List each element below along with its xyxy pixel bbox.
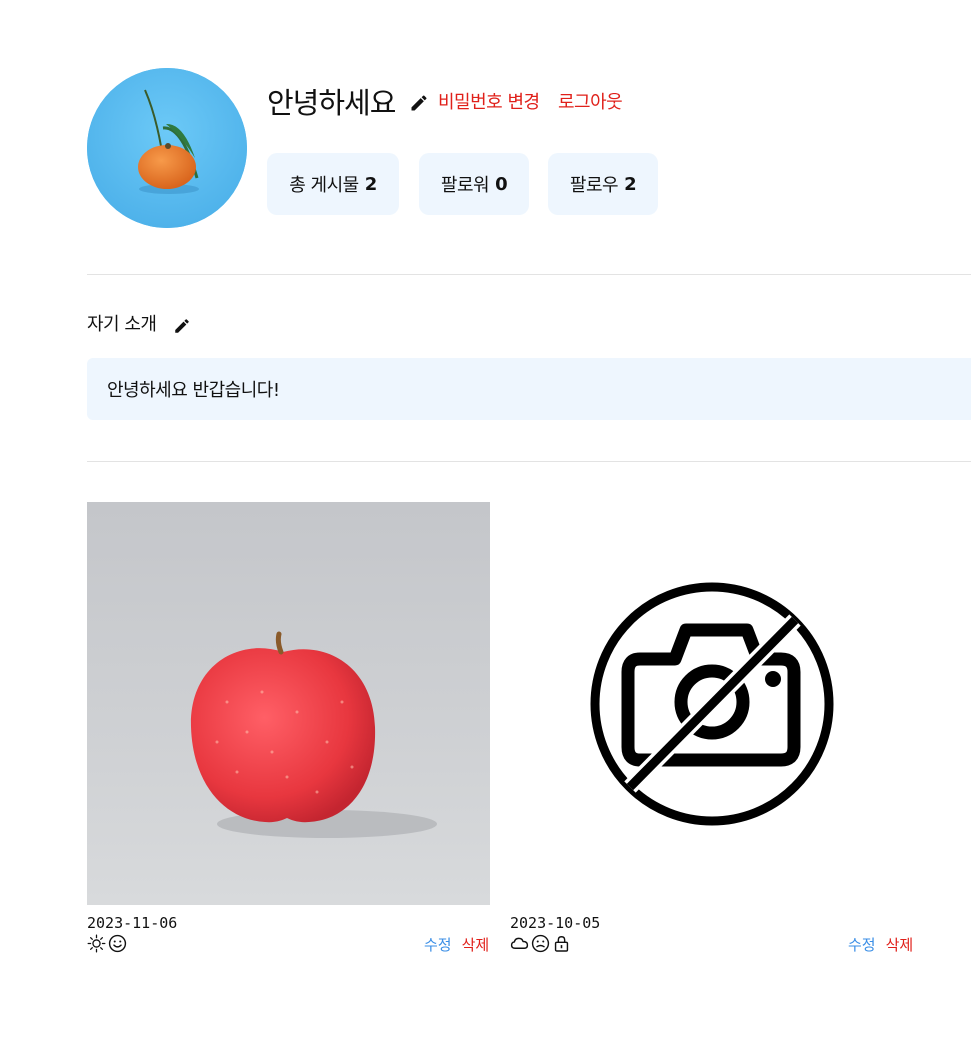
post-actions: 수정 삭제: [424, 935, 489, 955]
stat-value: 0: [495, 173, 508, 195]
intro-label: 자기 소개: [87, 314, 157, 335]
post-date: 2023-11-06: [87, 914, 178, 932]
stat-value: 2: [364, 173, 378, 195]
delete-post-button[interactable]: 삭제: [886, 935, 914, 955]
post-status-icons: [87, 934, 127, 954]
stat-followers[interactable]: 팔로워 0: [419, 153, 529, 215]
intro-text: 안녕하세요 반갑습니다!: [107, 380, 280, 401]
edit-post-button[interactable]: 수정: [848, 935, 876, 955]
logout-link[interactable]: 로그아웃: [558, 91, 623, 115]
post-image-apple[interactable]: [87, 502, 490, 905]
cloud-icon: [510, 937, 529, 949]
neutral-face-icon: [531, 934, 550, 953]
smile-icon: [108, 934, 127, 953]
stat-value: 2: [624, 173, 637, 195]
stat-total-posts[interactable]: 총 게시물 2: [267, 153, 399, 215]
post-actions: 수정 삭제: [848, 935, 913, 955]
post-image-placeholder[interactable]: [510, 502, 913, 905]
delete-post-button[interactable]: 삭제: [462, 935, 490, 955]
profile-avatar: [87, 68, 247, 228]
edit-intro-icon[interactable]: [173, 317, 191, 335]
stat-label: 총 게시물: [289, 175, 359, 196]
lock-icon: [554, 936, 569, 952]
intro-text-box: 안녕하세요 반갑습니다!: [87, 358, 971, 420]
sun-icon: [87, 934, 106, 953]
section-divider: [87, 274, 971, 275]
no-image-icon: [590, 582, 834, 826]
tangerine-photo: [87, 68, 247, 228]
edit-username-icon[interactable]: [409, 93, 429, 113]
post-status-icons: [510, 934, 571, 954]
stat-following[interactable]: 팔로우 2: [548, 153, 658, 215]
post-date: 2023-10-05: [510, 914, 601, 932]
change-password-link[interactable]: 비밀번호 변경: [438, 91, 540, 115]
stat-label: 팔로워: [440, 175, 490, 196]
profile-username: 안녕하세요: [267, 86, 396, 120]
section-divider: [87, 461, 971, 462]
stat-label: 팔로우: [569, 175, 619, 196]
apple-photo: [87, 502, 490, 905]
edit-post-button[interactable]: 수정: [424, 935, 452, 955]
